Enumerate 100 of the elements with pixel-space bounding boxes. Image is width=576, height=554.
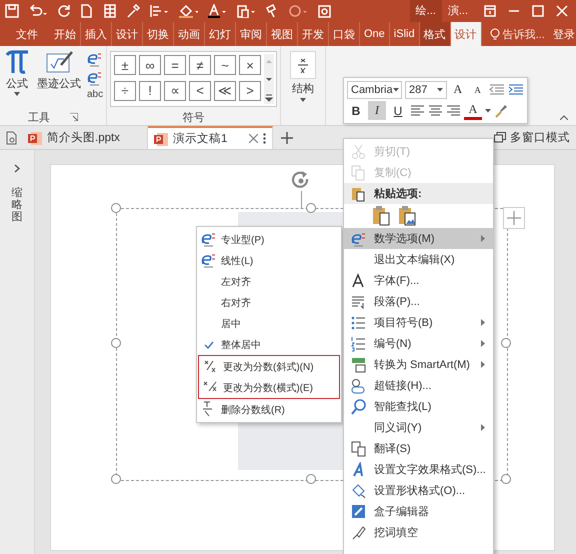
undo-icon[interactable] [28,4,48,18]
menu-item[interactable]: 字体(F)... [344,270,493,291]
resize-handle[interactable] [306,203,316,213]
plus-icon[interactable] [503,207,525,229]
ribbon-tab[interactable]: 格式 [420,22,451,46]
search-help-field[interactable]: 告诉我... [482,22,549,46]
collapse-ribbon-icon[interactable] [560,115,568,120]
symbol-button[interactable]: ± [114,55,136,75]
align-left-icon[interactable] [410,105,425,116]
format-painter-icon[interactable] [494,104,508,118]
normal-text-button[interactable]: abc [87,89,104,100]
symbol-button[interactable]: ! [139,80,161,100]
resize-handle[interactable] [306,474,316,484]
menu-item[interactable]: 智能查找(L) [344,396,493,417]
resize-handle[interactable] [111,203,121,213]
org-chart-icon [350,356,366,372]
eyedropper-icon[interactable] [126,4,140,18]
menu-item[interactable]: 翻译(S) [344,438,493,459]
align-right-icon[interactable] [446,105,461,116]
symbol-button[interactable]: ∝ [164,80,186,100]
decrease-font-button[interactable]: A [469,80,486,99]
ribbon-tab[interactable]: 登录 [548,22,576,46]
underline-button[interactable]: U [389,101,407,120]
symbol-button[interactable]: ≠ [189,55,211,75]
italic-button[interactable]: I [368,101,386,120]
ink-equation-button[interactable]: 墨迹公式 [35,49,83,109]
menu-item[interactable]: 退出文本编辑(X) [344,249,493,270]
formula-button[interactable]: 公式 [3,49,31,109]
increase-indent-icon[interactable] [508,84,524,96]
font-size-dropdown[interactable]: 287 [405,80,446,98]
symbol-button[interactable]: × [239,55,261,75]
paste-option-icon[interactable] [372,206,390,226]
resize-handle[interactable] [501,338,511,348]
increase-font-button[interactable]: A [450,80,466,99]
linear-format-icon[interactable] [87,70,104,87]
menu-item[interactable]: 删除分数线(R) [197,399,341,420]
ribbon-tab[interactable]: 文件 [4,22,50,46]
align-icon[interactable] [149,4,169,18]
screenshot-icon[interactable] [317,4,331,18]
menu-item[interactable]: 居中 [197,313,341,334]
menu-item[interactable]: 项目符号(B) [344,312,493,333]
ribbon-display-icon[interactable] [484,5,496,17]
menu-item[interactable]: 专业型(P) [197,229,341,250]
paste-picture-icon[interactable] [398,206,416,226]
document-gear-icon[interactable] [4,130,18,144]
menu-item[interactable]: 整体居中 [197,334,341,355]
new-tab-icon[interactable] [281,132,293,144]
bold-button[interactable]: B [347,101,365,120]
symbol-button[interactable]: = [164,55,186,75]
close-icon[interactable] [249,134,258,143]
maximize-icon[interactable] [532,5,544,17]
thumbnail-panel-label[interactable]: 缩略图 [12,187,22,224]
symbol-button[interactable]: > [239,80,261,100]
symbol-button[interactable]: ≪ [214,80,236,100]
align-center-icon[interactable] [428,105,443,116]
resize-handle[interactable] [111,338,121,348]
fill-bucket-icon[interactable] [178,4,198,18]
menu-item[interactable]: 左对齐 [197,271,341,292]
format-painter-icon[interactable] [265,4,279,18]
font-color-icon[interactable] [207,4,227,18]
decrease-indent-icon[interactable] [489,84,505,96]
menu-item[interactable]: 同义词(Y) [344,417,493,438]
expand-chevron-icon[interactable] [14,164,20,173]
menu-item[interactable]: 盒子编辑器 [344,501,493,522]
menu-item[interactable]: 超链接(H)... [344,375,493,396]
symbol-button[interactable]: ~ [214,55,236,75]
menu-item[interactable]: 设置形状格式(O)... [344,480,493,501]
document-tab[interactable]: 演示文稿1 [148,126,273,149]
dropdown-arrow-icon[interactable] [485,108,491,112]
redo-icon[interactable] [57,4,71,18]
symbol-button[interactable]: ÷ [114,80,136,100]
font-color-button[interactable]: A [464,101,482,120]
menu-item[interactable]: 挖词填空 [344,522,493,543]
menu-item[interactable]: 右对齐 [197,292,341,313]
menu-item[interactable]: 更改为分数(横式)(E) [199,377,339,398]
structure-button[interactable]: 结构 [284,49,322,104]
menu-item[interactable]: 更改为分数(斜式)(N) [199,356,339,377]
rotate-handle-icon[interactable] [291,171,311,191]
menu-item[interactable]: 线性(L) [197,250,341,271]
menu-item[interactable]: 段落(P)... [344,291,493,312]
paste-icon[interactable] [236,4,256,18]
checkmark-icon [204,340,214,348]
font-name-dropdown[interactable]: Cambria [347,80,402,98]
table-icon[interactable] [103,4,117,18]
new-document-icon[interactable] [80,4,94,18]
symbol-button[interactable]: < [189,80,211,100]
save-icon[interactable] [5,4,19,18]
shape-icon[interactable] [288,4,308,18]
menu-item[interactable]: 数学选项(M) [344,228,493,249]
dialog-launcher-icon[interactable] [70,113,78,121]
symbol-button[interactable]: ∞ [139,55,161,75]
multi-window-button[interactable]: 多窗口模式 [494,126,576,149]
menu-item[interactable]: 设置文字效果格式(S)... [344,459,493,480]
professional-format-icon[interactable] [87,51,104,68]
menu-item[interactable]: 编号(N) [344,333,493,354]
menu-item[interactable]: 转换为 SmartArt(M) [344,354,493,375]
resize-handle[interactable] [111,474,121,484]
resize-handle[interactable] [501,474,511,484]
ribbon-tab[interactable]: 设计 [450,22,482,46]
more-options-icon[interactable] [263,133,266,144]
